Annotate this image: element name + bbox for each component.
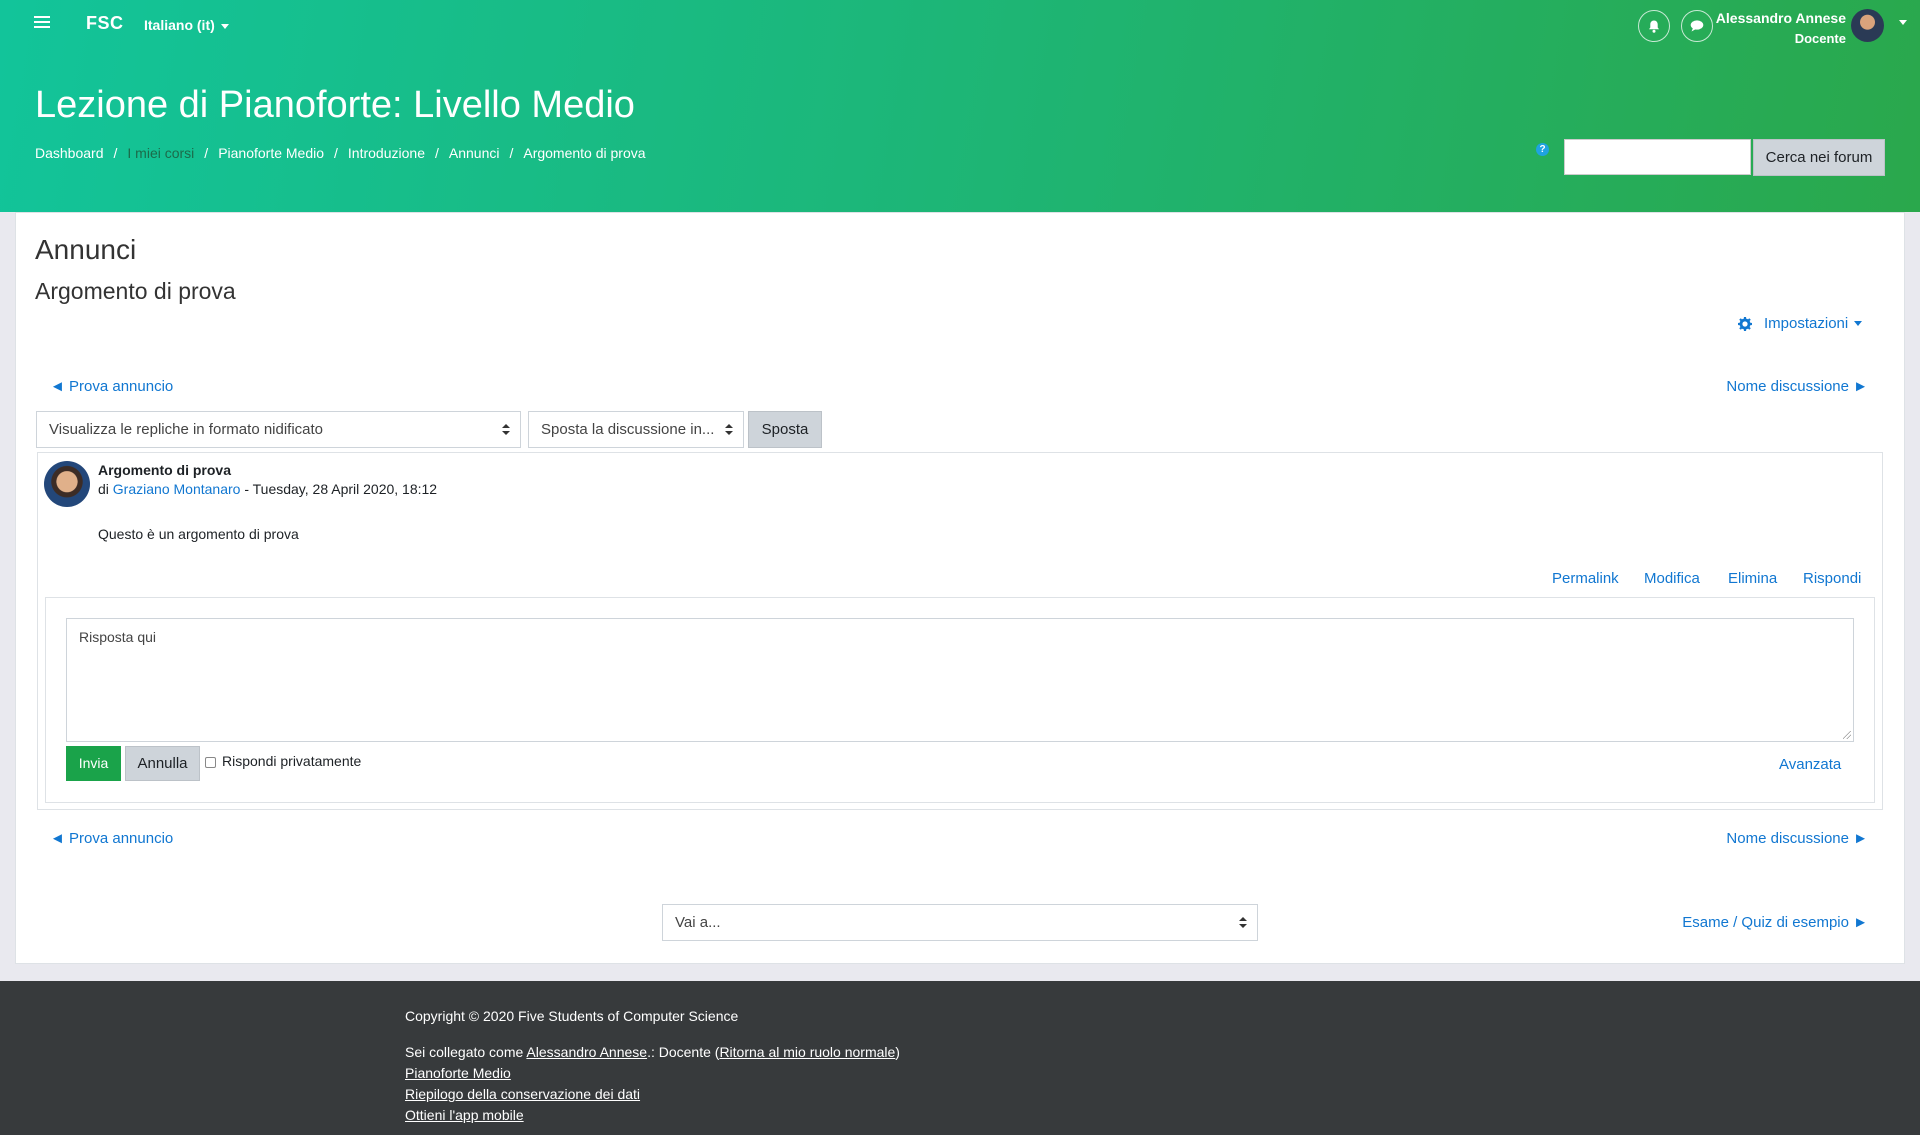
breadcrumb-discussion[interactable]: Argomento di prova — [523, 145, 645, 161]
breadcrumb-separator: / — [113, 145, 118, 161]
user-role: Docente — [1794, 31, 1846, 46]
discussion-name: Argomento di prova — [35, 278, 236, 304]
reply-link[interactable]: Rispondi — [1803, 570, 1861, 587]
login-suffix: ) — [895, 1044, 900, 1060]
login-role: .: Docente ( — [647, 1044, 720, 1060]
advanced-link[interactable]: Avanzata — [1779, 756, 1841, 773]
breadcrumb-separator: / — [434, 145, 439, 161]
gear-icon — [1738, 316, 1752, 331]
login-info: Sei collegato come Alessandro Annese.: D… — [405, 1044, 900, 1060]
user-avatar[interactable] — [1851, 9, 1884, 42]
move-button[interactable]: Sposta — [748, 411, 822, 448]
permalink-link[interactable]: Permalink — [1552, 570, 1619, 587]
post-date: - Tuesday, 28 April 2020, 18:12 — [244, 481, 438, 497]
notifications-button[interactable] — [1638, 10, 1670, 42]
user-name[interactable]: Alessandro Annese — [1716, 10, 1846, 26]
copyright: Copyright © 2020 Five Students of Comput… — [405, 1008, 739, 1024]
forum-search-input[interactable] — [1564, 139, 1751, 175]
jump-to-select[interactable]: Vai a... — [662, 904, 1258, 941]
post-subject: Argomento di prova — [98, 462, 232, 478]
breadcrumb: Dashboard / I miei corsi / Pianoforte Me… — [35, 145, 646, 161]
resize-handle-icon[interactable] — [1843, 731, 1851, 739]
breadcrumb-my-courses: I miei corsi — [127, 145, 195, 161]
jump-to-value: Vai a... — [675, 914, 721, 931]
login-prefix: Sei collegato come — [405, 1044, 524, 1060]
private-reply-checkbox[interactable] — [205, 757, 216, 768]
caret-down-icon — [220, 23, 229, 29]
send-button[interactable]: Invia — [66, 746, 121, 781]
edit-link[interactable]: Modifica — [1644, 570, 1700, 587]
menu-icon[interactable] — [34, 16, 50, 30]
help-icon[interactable]: ? — [1536, 143, 1549, 156]
prev-discussion-link-bottom[interactable]: ◄ Prova annuncio — [50, 830, 173, 847]
mobile-app-link[interactable]: Ottieni l'app mobile — [405, 1107, 524, 1123]
display-mode-select[interactable]: Visualizza le repliche in formato nidifi… — [36, 411, 521, 448]
author-avatar[interactable] — [44, 461, 90, 507]
reply-textarea[interactable]: Risposta qui — [66, 618, 1854, 742]
breadcrumb-section[interactable]: Introduzione — [348, 145, 425, 161]
forum-search-button[interactable]: Cerca nei forum — [1753, 139, 1885, 176]
settings-label: Impostazioni — [1764, 315, 1849, 332]
page-title: Lezione di Pianoforte: Livello Medio — [35, 84, 635, 126]
page-footer: Copyright © 2020 Five Students of Comput… — [0, 981, 1920, 1135]
next-activity-link[interactable]: Esame / Quiz di esempio ► — [1682, 914, 1868, 931]
select-arrows-icon — [725, 424, 733, 436]
breadcrumb-dashboard[interactable]: Dashboard — [35, 145, 104, 161]
post-author-link[interactable]: Graziano Montanaro — [113, 481, 241, 497]
settings-menu[interactable]: Impostazioni — [1738, 315, 1863, 332]
breadcrumb-forum[interactable]: Annunci — [449, 145, 500, 161]
delete-link[interactable]: Elimina — [1728, 570, 1777, 587]
return-role-link[interactable]: Ritorna al mio ruolo normale — [719, 1044, 895, 1060]
page-header: FSC Italiano (it) Alessandro Annese Doce… — [0, 0, 1920, 212]
breadcrumb-separator: / — [334, 145, 338, 161]
reply-placeholder: Risposta qui — [79, 629, 157, 645]
breadcrumb-separator: / — [204, 145, 209, 161]
breadcrumb-separator: / — [509, 145, 514, 161]
footer-course-link[interactable]: Pianoforte Medio — [405, 1065, 511, 1081]
breadcrumb-course[interactable]: Pianoforte Medio — [218, 145, 324, 161]
cancel-button[interactable]: Annulla — [125, 746, 200, 781]
bell-icon — [1649, 20, 1659, 33]
user-menu-caret-icon[interactable] — [1899, 20, 1907, 25]
messages-button[interactable] — [1681, 10, 1713, 42]
private-reply-label[interactable]: Rispondi privatamente — [222, 753, 361, 769]
display-mode-value: Visualizza le repliche in formato nidifi… — [49, 421, 324, 438]
by-prefix: di — [98, 481, 109, 497]
select-arrows-icon — [502, 424, 510, 436]
prev-discussion-link[interactable]: ◄ Prova annuncio — [50, 378, 173, 395]
data-retention-link[interactable]: Riepilogo della conservazione dei dati — [405, 1086, 640, 1102]
next-discussion-link-bottom[interactable]: Nome discussione ► — [1726, 830, 1868, 847]
language-label: Italiano (it) — [144, 17, 215, 33]
caret-down-icon — [1854, 321, 1863, 326]
chat-icon — [1690, 20, 1704, 32]
language-menu[interactable]: Italiano (it) — [144, 17, 229, 33]
move-discussion-value: Sposta la discussione in... — [541, 421, 715, 438]
site-brand[interactable]: FSC — [86, 13, 124, 34]
post-byline: di Graziano Montanaro - Tuesday, 28 Apri… — [98, 481, 437, 497]
logged-user-link[interactable]: Alessandro Annese — [526, 1044, 647, 1060]
move-discussion-select[interactable]: Sposta la discussione in... — [528, 411, 744, 448]
next-discussion-link[interactable]: Nome discussione ► — [1726, 378, 1868, 395]
forum-name: Annunci — [35, 234, 137, 265]
navbar: FSC Italiano (it) Alessandro Annese Doce… — [0, 0, 1920, 50]
select-arrows-icon — [1239, 917, 1247, 929]
post-message: Questo è un argomento di prova — [98, 526, 299, 542]
